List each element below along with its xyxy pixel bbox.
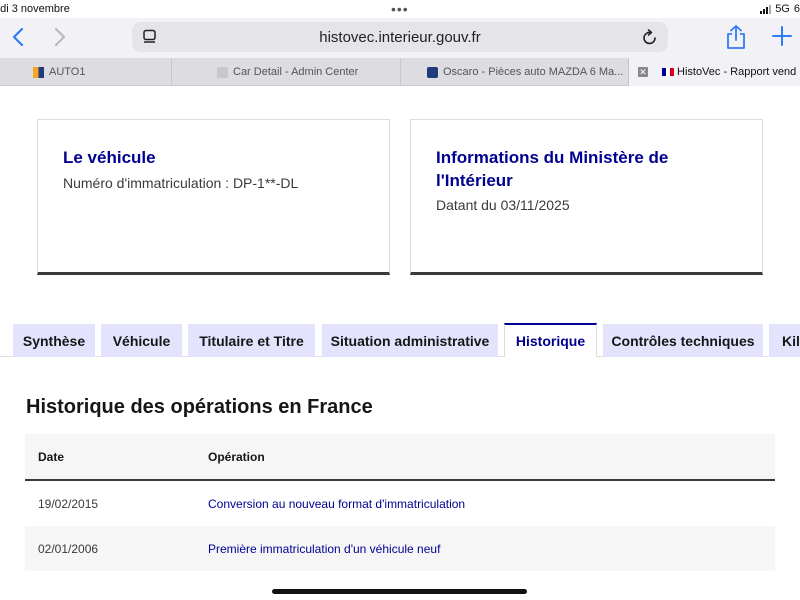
signal-icon: [760, 4, 772, 14]
row-operation: Conversion au nouveau format d'immatricu…: [208, 497, 466, 511]
browser-tab-label: AUTO1: [49, 66, 86, 78]
forward-icon[interactable]: [48, 26, 70, 48]
back-icon[interactable]: [8, 26, 30, 48]
browser-tab-auto1[interactable]: AUTO1: [0, 58, 172, 86]
column-header-date: Date: [38, 450, 65, 464]
table-header: Date Opération: [25, 434, 775, 481]
tab-situation[interactable]: Situation administrative: [322, 324, 498, 357]
browser-tab-histovec[interactable]: ✕ HistoVec - Rapport vend: [629, 58, 800, 86]
ministry-card: Informations du Ministère de l'Intérieur…: [410, 119, 763, 275]
ministry-title-line1: Informations du Ministère de: [436, 148, 669, 167]
plate-number-text: Numéro d'immatriculation : DP-1**-DL: [63, 175, 299, 191]
share-icon[interactable]: [724, 24, 748, 50]
tab-historique[interactable]: Historique: [504, 323, 597, 357]
browser-tab-car-detail[interactable]: Car Detail - Admin Center: [172, 58, 401, 86]
tab-vehicule[interactable]: Véhicule: [101, 324, 182, 357]
browser-toolbar: histovec.interieur.gouv.fr: [0, 18, 800, 58]
column-header-operation: Opération: [208, 450, 265, 464]
browser-tab-label: Car Detail - Admin Center: [233, 66, 359, 78]
vehicle-card-title: Le véhicule: [63, 148, 156, 167]
row-date: 02/01/2006: [38, 542, 99, 556]
url-text[interactable]: histovec.interieur.gouv.fr: [132, 29, 668, 46]
oscaro-favicon-icon: [427, 66, 438, 78]
ministry-title-line2: l'Intérieur: [436, 171, 513, 190]
battery-label: 6: [793, 3, 800, 15]
browser-tab-label: Oscaro - Pièces auto MAZDA 6 Ma...: [443, 66, 624, 78]
status-time: ndi 3 novembre: [0, 3, 70, 15]
home-indicator[interactable]: [272, 589, 527, 594]
flag-favicon-icon: [662, 68, 674, 76]
new-tab-icon[interactable]: [770, 24, 794, 48]
admin-favicon-icon: [217, 66, 228, 78]
browser-tab-oscaro[interactable]: Oscaro - Pièces auto MAZDA 6 Ma...: [401, 58, 629, 86]
row-date: 19/02/2015: [38, 497, 99, 511]
tab-titulaire[interactable]: Titulaire et Titre: [188, 324, 315, 357]
reload-icon[interactable]: [642, 28, 658, 46]
multitasking-dots-icon[interactable]: •••: [391, 1, 409, 17]
network-label: 5G: [775, 3, 790, 15]
close-tab-icon[interactable]: ✕: [638, 67, 648, 77]
ministry-date-text: Datant du 03/11/2025: [436, 197, 570, 213]
address-bar[interactable]: histovec.interieur.gouv.fr: [132, 22, 668, 52]
ministry-card-title: Informations du Ministère de l'Intérieur: [436, 146, 668, 192]
table-row: 02/01/2006 Première immatriculation d'un…: [25, 526, 775, 571]
tab-controles[interactable]: Contrôles techniques: [603, 324, 763, 357]
browser-tab-strip: AUTO1 Car Detail - Admin Center Oscaro -…: [0, 58, 800, 86]
row-operation: Première immatriculation d'un véhicule n…: [208, 542, 441, 556]
section-title: Historique des opérations en France: [26, 396, 373, 418]
tab-kilometrage[interactable]: Kilo: [769, 324, 800, 357]
status-bar: ndi 3 novembre ••• 5G 6: [0, 0, 800, 18]
auto1-favicon-icon: [33, 66, 44, 78]
tab-synthese[interactable]: Synthèse: [13, 324, 95, 357]
content-tabs: Synthèse Véhicule Titulaire et Titre Sit…: [0, 323, 800, 357]
vehicle-card: Le véhicule Numéro d'immatriculation : D…: [37, 119, 390, 275]
table-row: 19/02/2015 Conversion au nouveau format …: [25, 481, 775, 526]
browser-tab-label: HistoVec - Rapport vend: [677, 66, 797, 78]
